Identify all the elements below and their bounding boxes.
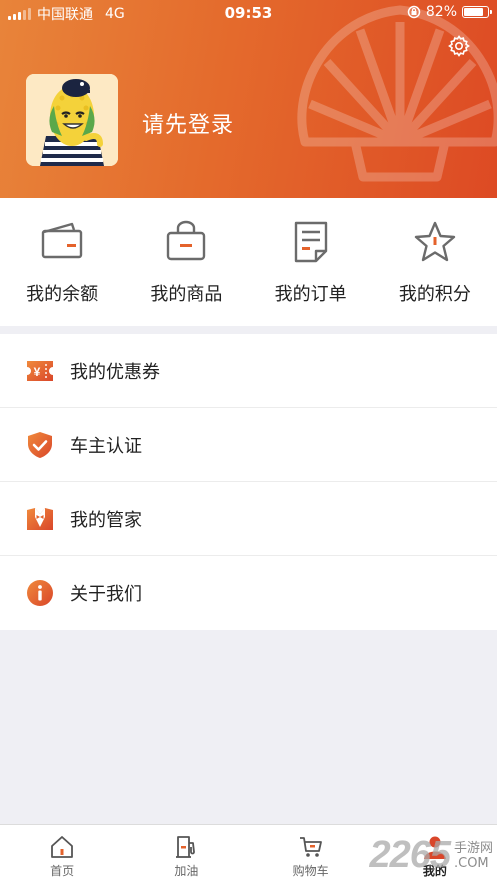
corn-mascot-icon [26,74,118,166]
grid-label-products: 我的商品 [150,284,223,305]
status-bar: 中国联通 4G 09:53 82% [0,0,497,26]
grid-item-orders[interactable]: 我的订单 [249,198,373,326]
tab-label-fuel: 加油 [174,864,199,878]
rotation-lock-icon [407,5,421,19]
watermark-text-block: 手游网 .COM [454,841,493,871]
cart-icon [299,837,322,857]
gear-icon[interactable] [447,34,471,58]
info-icon [27,580,53,606]
login-prompt[interactable]: 请先登录 [142,107,234,139]
bottom-tab-bar: 首页 加油 购物车 我的 2265 手游网 .COM [0,824,497,883]
site-watermark: 2265 手游网 .COM [369,834,493,877]
svg-text:¥: ¥ [34,365,41,379]
home-icon [51,836,74,858]
tab-label-cart: 购物车 [292,864,329,878]
watermark-text: 手游网 [453,840,493,856]
profile-menu-list: ¥ 我的优惠券 车主认证 我的管家 关于我们 [0,334,497,630]
star-icon [414,221,456,262]
coupon-icon: ¥ [27,360,53,381]
menu-item-owner-verification[interactable]: 车主认证 [0,408,497,482]
menu-label-coupons: 我的优惠券 [70,361,160,383]
menu-label-owner-verification: 车主认证 [70,435,142,457]
menu-label-butler: 我的管家 [70,509,142,531]
menu-item-coupons[interactable]: ¥ 我的优惠券 [0,334,497,408]
tab-label-home: 首页 [50,864,75,878]
grid-label-balance: 我的余额 [26,284,99,305]
wallet-icon [41,222,83,259]
grid-item-products[interactable]: 我的商品 [124,198,248,326]
menu-label-about-us: 关于我们 [70,584,142,605]
grid-item-points[interactable]: 我的积分 [373,198,497,326]
profile-header: 中国联通 4G 09:53 82% 请先登录 [0,0,497,198]
tab-fuel[interactable]: 加油 [124,825,248,883]
tab-cart[interactable]: 购物车 [249,825,373,883]
account-quick-grid: 我的余额 我的商品 我的订单 我的积分 [0,198,497,326]
battery-icon [462,6,492,18]
fuel-pump-icon [176,836,196,858]
shopping-bag-icon [167,220,206,261]
order-document-icon [294,221,327,263]
tab-home[interactable]: 首页 [0,825,124,883]
shield-check-icon [28,431,52,458]
battery-percent: 82% [425,4,457,20]
menu-item-butler[interactable]: 我的管家 [0,482,497,556]
shell-logo-watermark [297,5,497,182]
avatar[interactable] [26,74,118,166]
menu-item-about-us[interactable]: 关于我们 [0,556,497,630]
grid-label-points: 我的积分 [398,284,471,305]
grid-label-orders: 我的订单 [274,284,347,305]
watermark-number: 2265 [369,834,451,876]
butler-icon [27,507,53,530]
watermark-domain: .COM [453,855,489,871]
grid-item-balance[interactable]: 我的余额 [0,198,124,326]
